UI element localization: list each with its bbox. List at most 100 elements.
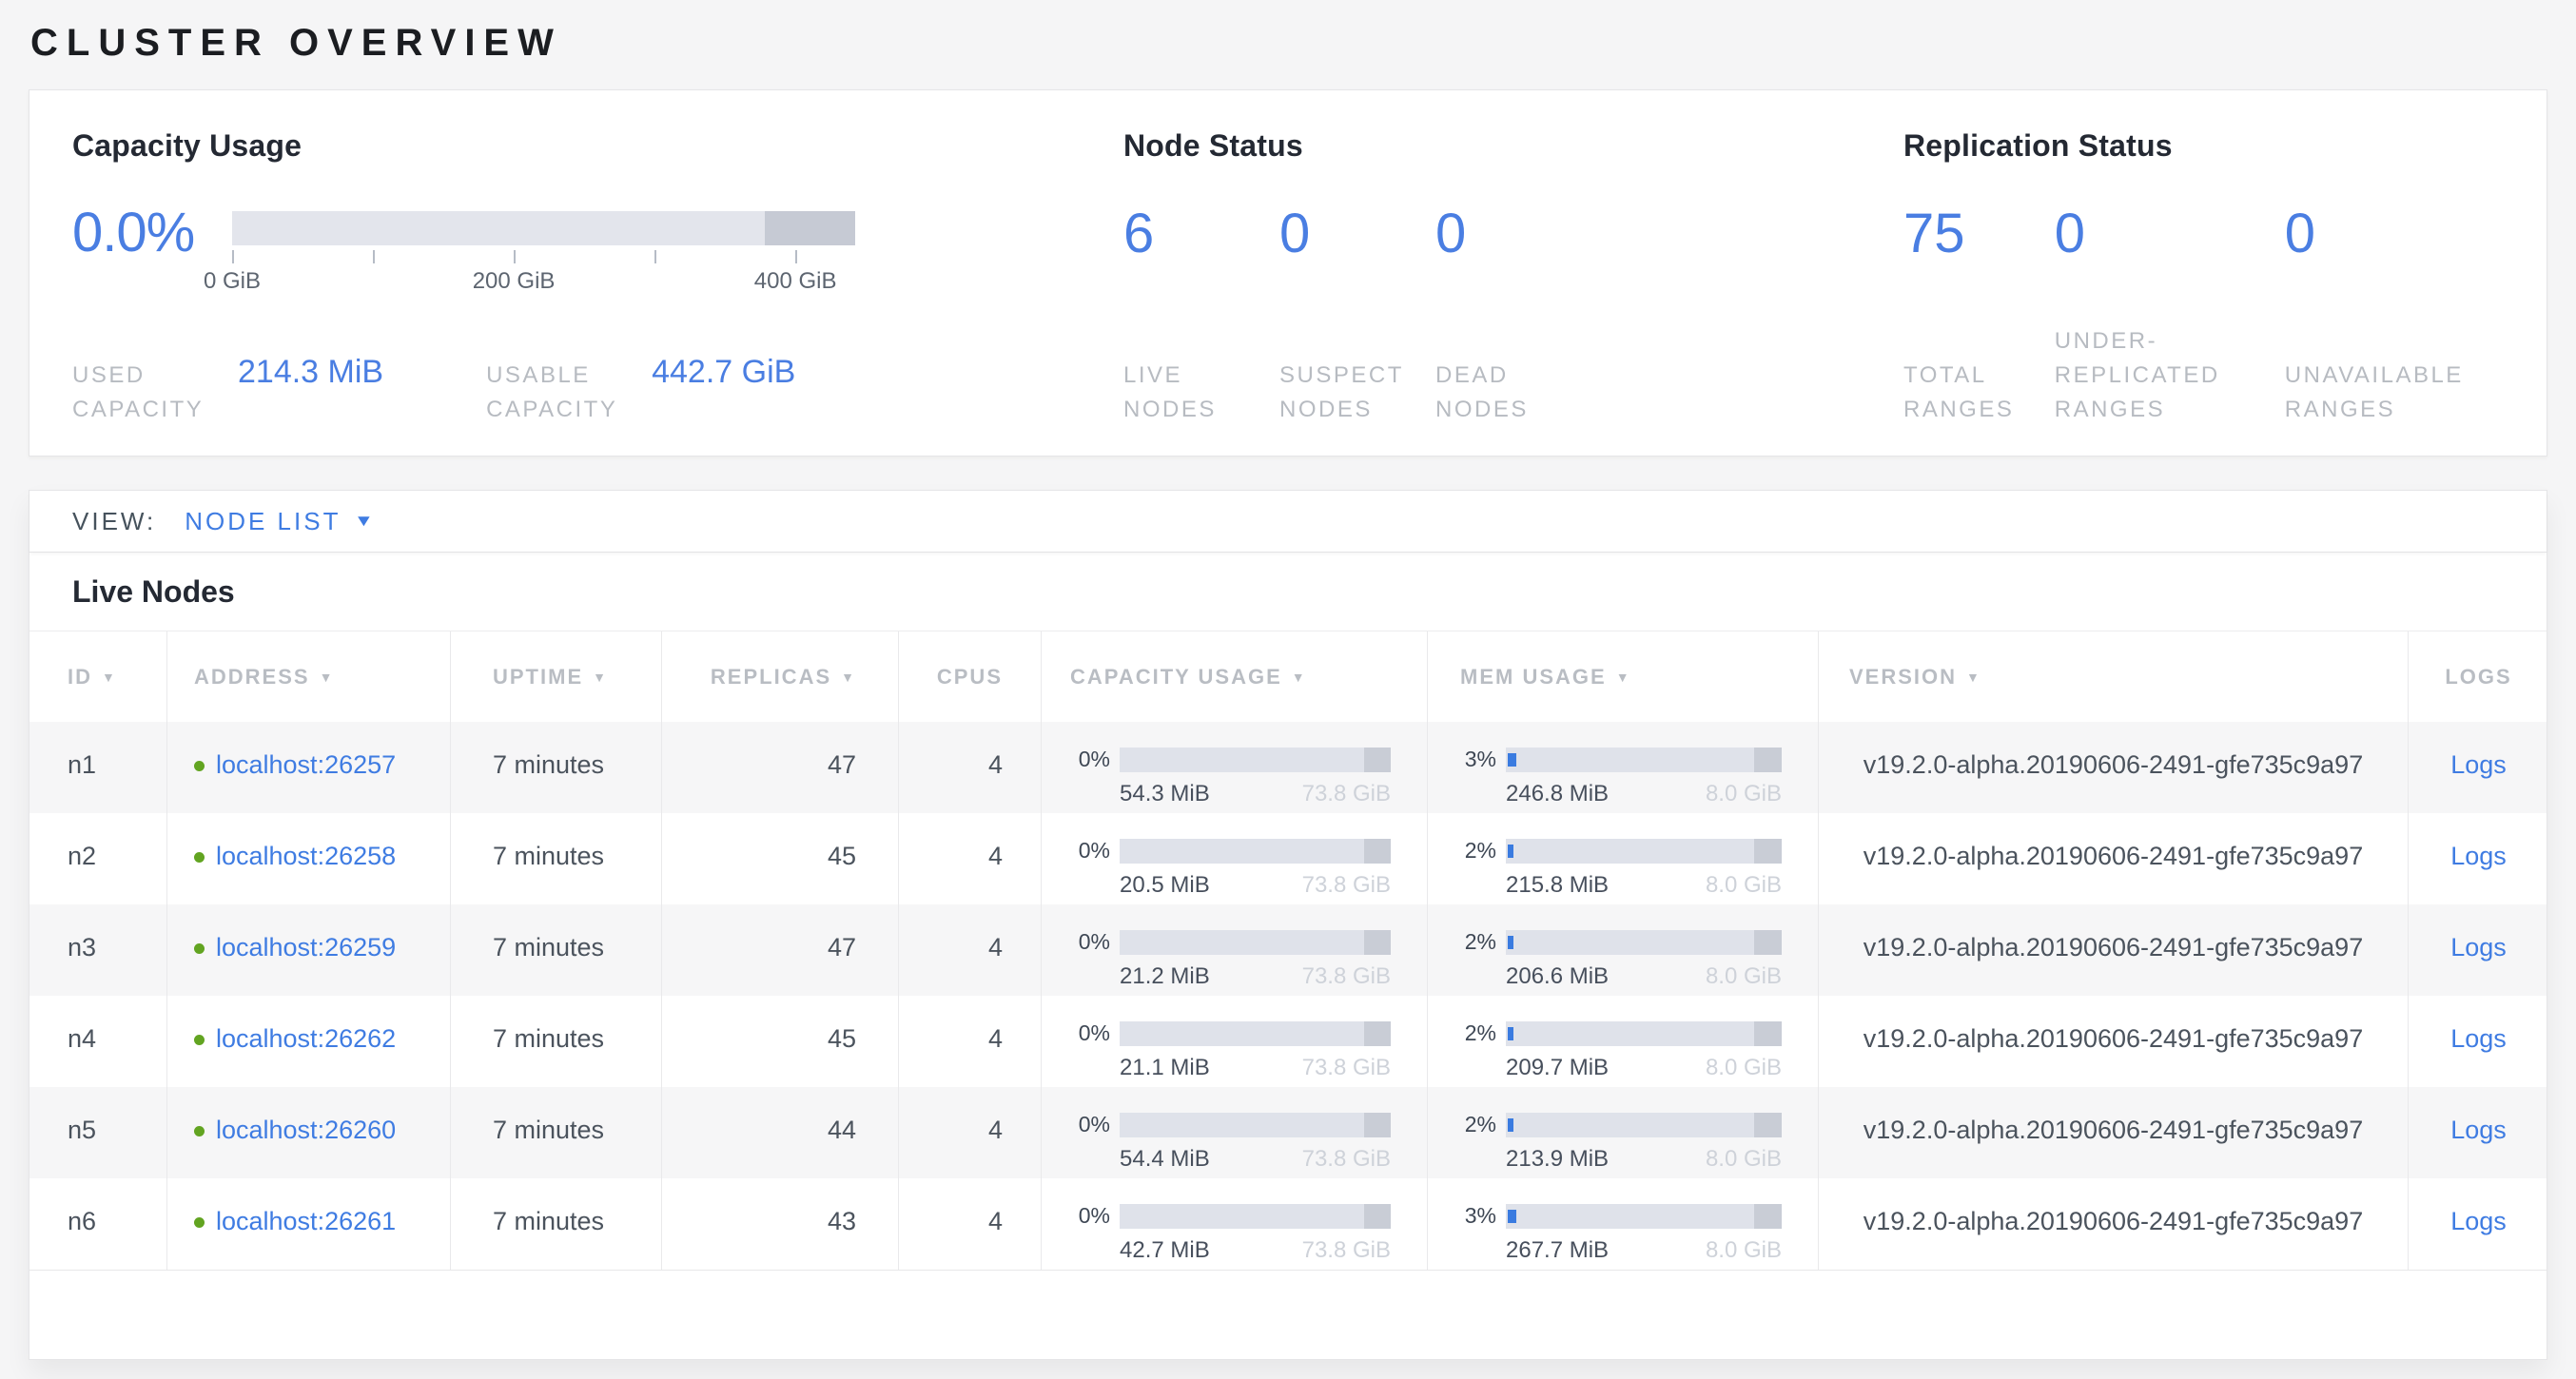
under-replicated-ranges-stat: 0 UNDER-REPLICATED RANGES xyxy=(2055,204,2285,427)
used-capacity-stat: USED CAPACITY 214.3 MiB xyxy=(72,354,383,427)
under-replicated-ranges-label: UNDER-REPLICATED RANGES xyxy=(2055,324,2283,427)
live-status-dot-icon xyxy=(194,943,205,954)
mem-total-value: 8.0 GiB xyxy=(1706,781,1782,807)
mem-used-value: 213.9 MiB xyxy=(1506,1146,1609,1173)
logs-link[interactable]: Logs xyxy=(2450,842,2507,870)
tick-mark xyxy=(232,250,234,263)
capacity-used-value: 20.5 MiB xyxy=(1120,872,1210,899)
node-address-link[interactable]: localhost:26257 xyxy=(216,750,396,780)
mem-total-value: 8.0 GiB xyxy=(1706,1237,1782,1264)
sort-icon: ▼ xyxy=(320,670,335,685)
live-status-dot-icon xyxy=(194,1126,205,1136)
view-bar: VIEW: NODE LIST ▼ xyxy=(29,491,2547,553)
node-address-cell: localhost:26258 xyxy=(166,813,450,904)
unavailable-ranges-label: UNAVAILABLE RANGES xyxy=(2285,359,2508,427)
mem-usage-bar xyxy=(1506,748,1782,772)
tick-label: 0 GiB xyxy=(204,268,261,295)
mem-bar-end-segment xyxy=(1754,930,1782,955)
sort-icon: ▼ xyxy=(841,670,856,685)
dead-nodes-label: DEAD NODES xyxy=(1435,359,1578,427)
version-cell: v19.2.0-alpha.20190606-2491-gfe735c9a97 xyxy=(1818,1087,2408,1178)
mem-total-value: 8.0 GiB xyxy=(1706,1146,1782,1173)
column-header-replicas[interactable]: REPLICAS ▼ xyxy=(661,631,898,722)
cpus-cell: 4 xyxy=(898,813,1041,904)
mem-usage-bar xyxy=(1506,930,1782,955)
capacity-usage-cell: 0% 54.4 MiB 73.8 GiB xyxy=(1041,1087,1427,1178)
mem-used-value: 209.7 MiB xyxy=(1506,1055,1609,1081)
version-cell: v19.2.0-alpha.20190606-2491-gfe735c9a97 xyxy=(1818,1178,2408,1270)
capacity-percent-label: 0% xyxy=(1070,1203,1110,1229)
used-capacity-value: 214.3 MiB xyxy=(238,354,383,391)
uptime-cell: 7 minutes xyxy=(450,722,661,813)
node-id-cell: n6 xyxy=(29,1178,166,1270)
sort-icon: ▼ xyxy=(1616,670,1631,685)
capacity-usage-bar xyxy=(1120,930,1391,955)
sort-icon: ▼ xyxy=(102,670,117,685)
capacity-used-value: 42.7 MiB xyxy=(1120,1237,1210,1264)
mem-percent-label: 3% xyxy=(1456,1203,1496,1229)
total-ranges-label: TOTAL RANGES xyxy=(1903,359,2037,427)
table-body: n1 localhost:26257 7 minutes 47 4 0% 54.… xyxy=(29,722,2547,1271)
mem-usage-bar xyxy=(1506,1021,1782,1046)
capacity-bar-end-segment xyxy=(1364,1204,1392,1229)
live-nodes-value: 6 xyxy=(1123,204,1279,264)
node-address-link[interactable]: localhost:26258 xyxy=(216,842,396,871)
capacity-used-value: 21.1 MiB xyxy=(1120,1055,1210,1081)
logs-cell: Logs xyxy=(2408,996,2548,1087)
capacity-usage-bar xyxy=(1120,748,1391,772)
mem-percent-label: 3% xyxy=(1456,747,1496,772)
replicas-cell: 44 xyxy=(661,1087,898,1178)
tick-mark xyxy=(795,250,797,263)
column-header-address[interactable]: ADDRESS ▼ xyxy=(166,631,450,722)
node-address-link[interactable]: localhost:26261 xyxy=(216,1207,396,1236)
node-address-link[interactable]: localhost:26259 xyxy=(216,933,396,962)
capacity-usage-bar xyxy=(1120,1204,1391,1229)
cpus-cell: 4 xyxy=(898,722,1041,813)
uptime-cell: 7 minutes xyxy=(450,904,661,996)
live-status-dot-icon xyxy=(194,1217,205,1228)
replicas-cell: 45 xyxy=(661,813,898,904)
suspect-nodes-label: SUSPECT NODES xyxy=(1279,359,1422,427)
mem-percent-label: 2% xyxy=(1456,929,1496,955)
column-header-uptime[interactable]: UPTIME ▼ xyxy=(450,631,661,722)
table-footer xyxy=(29,1271,2547,1359)
mem-bar-end-segment xyxy=(1754,1113,1782,1137)
mem-usage-cell: 3% 246.8 MiB 8.0 GiB xyxy=(1427,722,1818,813)
logs-cell: Logs xyxy=(2408,1178,2548,1270)
uptime-cell: 7 minutes xyxy=(450,1087,661,1178)
node-address-cell: localhost:26261 xyxy=(166,1178,450,1270)
column-header-mem-usage[interactable]: MEM USAGE ▼ xyxy=(1427,631,1818,722)
logs-link[interactable]: Logs xyxy=(2450,750,2507,779)
column-header-version[interactable]: VERSION ▼ xyxy=(1818,631,2408,722)
mem-total-value: 8.0 GiB xyxy=(1706,963,1782,990)
uptime-cell: 7 minutes xyxy=(450,813,661,904)
capacity-used-percent: 0.0% xyxy=(72,205,232,261)
logs-link[interactable]: Logs xyxy=(2450,1116,2507,1144)
capacity-gauge-track xyxy=(232,211,855,245)
capacity-total-value: 73.8 GiB xyxy=(1302,963,1391,990)
column-header-id[interactable]: ID ▼ xyxy=(29,631,166,722)
logs-link[interactable]: Logs xyxy=(2450,933,2507,961)
node-id-cell: n1 xyxy=(29,722,166,813)
version-cell: v19.2.0-alpha.20190606-2491-gfe735c9a97 xyxy=(1818,904,2408,996)
mem-bar-fill xyxy=(1508,845,1513,858)
logs-link[interactable]: Logs xyxy=(2450,1024,2507,1053)
node-address-cell: localhost:26260 xyxy=(166,1087,450,1178)
tick-label: 200 GiB xyxy=(473,268,556,295)
view-selector-dropdown[interactable]: NODE LIST ▼ xyxy=(185,507,372,536)
node-address-link[interactable]: localhost:26262 xyxy=(216,1024,396,1054)
mem-bar-fill xyxy=(1508,1027,1513,1040)
column-header-capacity-usage[interactable]: CAPACITY USAGE ▼ xyxy=(1041,631,1427,722)
mem-used-value: 246.8 MiB xyxy=(1506,781,1609,807)
node-address-link[interactable]: localhost:26260 xyxy=(216,1116,396,1145)
logs-cell: Logs xyxy=(2408,813,2548,904)
dead-nodes-stat: 0 DEAD NODES xyxy=(1435,204,1578,427)
replicas-cell: 45 xyxy=(661,996,898,1087)
mem-bar-end-segment xyxy=(1754,748,1782,772)
node-id-cell: n2 xyxy=(29,813,166,904)
logs-link[interactable]: Logs xyxy=(2450,1207,2507,1235)
version-cell: v19.2.0-alpha.20190606-2491-gfe735c9a97 xyxy=(1818,722,2408,813)
table-row: n4 localhost:26262 7 minutes 45 4 0% 21.… xyxy=(29,996,2547,1087)
used-capacity-label: USED CAPACITY xyxy=(72,359,202,427)
table-row: n1 localhost:26257 7 minutes 47 4 0% 54.… xyxy=(29,722,2547,813)
